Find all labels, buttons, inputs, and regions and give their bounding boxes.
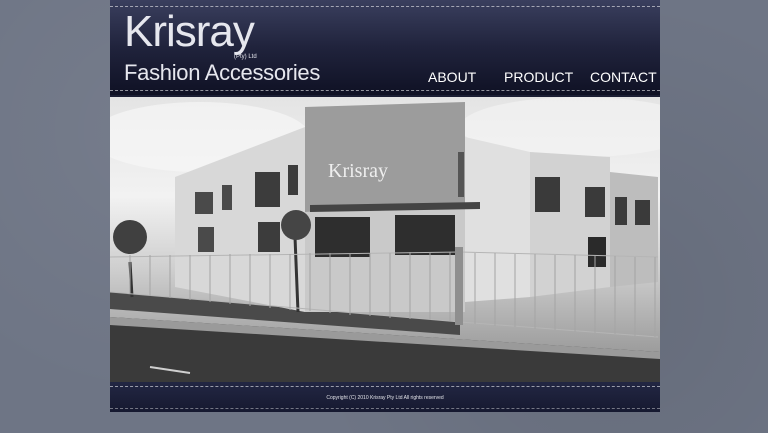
building-sign-text: Krisray [328, 160, 388, 182]
header-stitch-bottom [110, 90, 660, 91]
footer-stitch-bottom [110, 408, 660, 409]
copyright-text: Copyright (C) 2010 Krisray Pty Ltd All r… [326, 395, 444, 401]
page-container: Krisray (Pty) Ltd Fashion Accessories AB… [110, 0, 660, 412]
building-photo-illustration: Krisray [110, 97, 660, 382]
nav-product-link[interactable]: PRODUCT [504, 69, 573, 85]
nav-contact-link[interactable]: CONTACT [590, 69, 657, 85]
footer-stitch-top [110, 386, 660, 387]
site-footer: Copyright (C) 2010 Krisray Pty Ltd All r… [110, 382, 660, 412]
nav-about-link[interactable]: ABOUT [428, 69, 476, 85]
logo-tagline: Fashion Accessories [124, 60, 321, 85]
logo-name[interactable]: Krisray [124, 6, 255, 58]
site-header: Krisray (Pty) Ltd Fashion Accessories AB… [110, 0, 660, 95]
building-photo: Krisray [110, 97, 660, 382]
